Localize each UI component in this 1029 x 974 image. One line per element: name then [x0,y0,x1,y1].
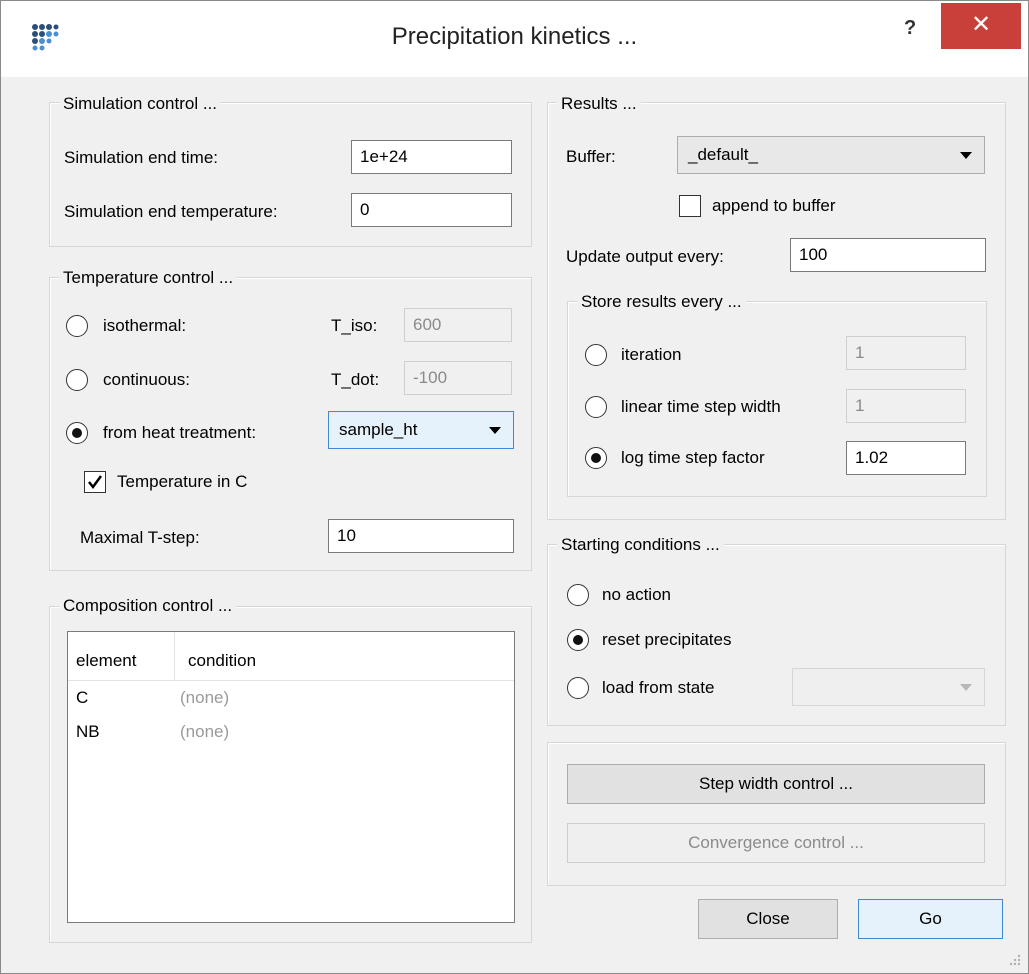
resize-grip-icon[interactable] [1006,951,1022,967]
end-time-label: Simulation end time: [64,148,219,167]
temperature-in-c-checkbox[interactable] [84,471,106,493]
close-icon: ✕ [970,11,992,38]
isothermal-label: isothermal: [103,316,187,335]
cell-condition: (none) [180,722,230,741]
radio-selected-dot [591,453,601,463]
simulation-control-title: Simulation control ... [59,94,222,114]
heat-treatment-select[interactable]: sample_ht [328,411,514,449]
t-iso-input[interactable]: 600 [404,308,512,342]
end-temperature-input[interactable]: 0 [351,193,512,227]
cell-element: C [76,688,89,707]
heat-treatment-radio[interactable] [66,422,88,444]
log-time-step-label: log time step factor [621,448,765,467]
log-time-step-radio[interactable] [585,447,607,469]
table-header: element condition [68,632,514,681]
no-action-label: no action [602,585,671,604]
end-temperature-label: Simulation end temperature: [64,202,278,221]
continuous-radio[interactable] [66,369,88,391]
log-time-step-input[interactable]: 1.02 [846,441,966,475]
update-output-label: Update output every: [566,247,724,266]
reset-precipitates-radio[interactable] [567,629,589,651]
column-header-condition[interactable]: condition [188,651,256,671]
title-bar: Precipitation kinetics ... ? ✕ [1,1,1028,77]
table-row[interactable]: NB (none) [68,720,514,746]
checkmark-icon [88,475,103,490]
reset-precipitates-label: reset precipitates [602,630,732,649]
load-from-state-label: load from state [602,678,715,697]
linear-time-step-label: linear time step width [621,397,781,416]
radio-selected-dot [573,635,583,645]
t-dot-label: T_dot: [331,370,380,389]
heat-treatment-label: from heat treatment: [103,423,257,442]
column-divider [174,632,175,680]
composition-control-title: Composition control ... [59,596,237,616]
chevron-down-icon [960,684,972,691]
end-time-input[interactable]: 1e+24 [351,140,512,174]
append-to-buffer-label: append to buffer [712,196,836,215]
linear-time-step-input[interactable]: 1 [846,389,966,423]
load-from-state-radio[interactable] [567,677,589,699]
help-button[interactable]: ? [904,17,916,40]
column-header-element[interactable]: element [76,651,136,671]
temperature-control-title: Temperature control ... [59,268,238,288]
max-tstep-input[interactable]: 10 [328,519,514,553]
close-window-button[interactable]: ✕ [941,3,1021,49]
window-title: Precipitation kinetics ... [391,23,638,50]
results-title: Results ... [557,94,641,114]
composition-table[interactable]: element condition C (none) NB (none) [67,631,515,923]
no-action-radio[interactable] [567,584,589,606]
load-from-state-select[interactable] [792,668,985,706]
chevron-down-icon [489,427,501,434]
iteration-label: iteration [621,345,682,364]
update-output-input[interactable]: 100 [790,238,986,272]
buffer-label: Buffer: [566,147,616,166]
linear-time-step-radio[interactable] [585,396,607,418]
chevron-down-icon [960,152,972,159]
convergence-control-button[interactable]: Convergence control ... [567,823,985,863]
store-results-title: Store results every ... [577,292,746,312]
heat-treatment-value: sample_ht [339,420,418,439]
append-to-buffer-checkbox[interactable] [679,195,701,217]
table-row[interactable]: C (none) [68,684,514,710]
starting-conditions-title: Starting conditions ... [557,535,724,555]
continuous-label: continuous: [103,370,190,389]
cell-condition: (none) [180,688,230,707]
buffer-select[interactable]: _default_ [677,136,985,174]
step-width-control-button[interactable]: Step width control ... [567,764,985,804]
close-button[interactable]: Close [698,899,838,939]
isothermal-radio[interactable] [66,315,88,337]
radio-selected-dot [72,428,82,438]
iteration-radio[interactable] [585,344,607,366]
dialog-window: Precipitation kinetics ... ? ✕ Simulatio… [0,0,1029,974]
max-tstep-label: Maximal T-step: [80,528,200,547]
temperature-in-c-label: Temperature in C [117,472,248,491]
buffer-value: _default_ [688,145,758,164]
t-dot-input[interactable]: -100 [404,361,512,395]
t-iso-label: T_iso: [331,316,378,335]
cell-element: NB [76,722,100,741]
go-button[interactable]: Go [858,899,1003,939]
iteration-input[interactable]: 1 [846,336,966,370]
